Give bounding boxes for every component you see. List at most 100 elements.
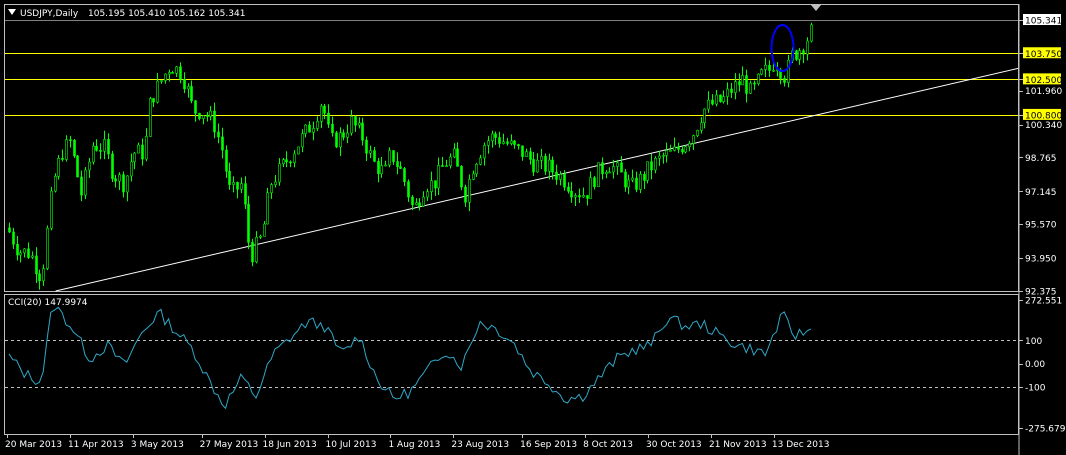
candle [221,127,224,159]
candle [521,145,524,161]
candle [152,98,155,108]
time-tick-label: 16 Sep 2013 [520,440,577,450]
candle [31,251,34,260]
candle [745,69,748,103]
candle [677,142,680,153]
candle [145,128,148,162]
time-tick-label: 18 Jun 2013 [263,440,317,450]
candle [669,144,672,152]
candle [624,169,627,192]
candle [206,111,209,122]
time-tick-label: 11 Apr 2013 [68,440,124,450]
candle [61,149,64,162]
candles [8,22,813,290]
time-axis: 20 Mar 2013 11 Apr 2013 3 May 2013 27 May 2… [5,434,829,450]
candle [434,180,437,196]
candle [608,167,611,174]
candle [620,156,623,173]
candle [711,94,714,106]
candle [213,102,216,139]
trendline[interactable] [55,67,1019,292]
shift-marker-icon[interactable] [811,5,821,11]
time-tick-label: 3 May 2013 [131,440,184,450]
candle [12,227,15,250]
price-pane-border [4,4,1019,292]
candle [350,109,353,136]
candle [798,48,801,65]
candle [171,70,174,74]
candle [285,151,288,168]
candle [149,96,152,137]
candle [578,188,581,203]
candle [513,139,516,149]
candle [141,138,144,166]
candle [209,106,212,121]
triangle-down-icon[interactable] [8,9,16,15]
candle [137,142,140,154]
candle [293,150,296,168]
candle [422,191,425,208]
candle [183,72,186,94]
candle [415,198,418,206]
cci-tick-label: 100 [1025,337,1042,347]
candle [593,175,596,190]
candle [76,154,79,178]
candle [335,130,338,149]
candle [586,195,589,206]
candle [327,104,330,128]
candle [88,157,91,178]
highlight-ellipse[interactable] [770,24,795,73]
candle [483,142,486,166]
candle [42,264,45,286]
candle [510,134,513,146]
price-tick-label: 98.765 [1025,154,1057,164]
candle [548,153,551,180]
candle [46,225,49,271]
candle [107,133,110,160]
candle [251,238,254,267]
candle [388,147,391,168]
candle [38,269,41,290]
candle [673,137,676,152]
candle [194,100,197,122]
time-tick-label: 8 Oct 2013 [583,440,633,450]
candle [616,159,619,175]
candle [734,73,737,100]
candle [472,170,475,181]
cci-tick-label: -100 [1025,383,1046,393]
candle [384,160,387,167]
candle [282,157,285,168]
candle [570,182,573,203]
candle [190,80,193,104]
candle [662,152,665,164]
candle [601,157,604,180]
candle [692,134,695,150]
candle [175,66,178,78]
candle [247,195,250,250]
time-tick-label: 21 Nov 2013 [709,440,767,450]
candle [764,57,767,77]
annotation-layer [770,24,795,73]
chart-window[interactable]: USDJPY,Daily 105.195 105.410 105.162 105… [0,0,1066,455]
trendline-layer [55,67,1019,292]
candle [555,164,558,185]
candle [407,179,410,202]
price-tick-label: 97.145 [1025,188,1057,198]
candle [559,171,562,186]
indicator-pane-border [4,294,1019,435]
candle [567,182,570,194]
candle [365,136,368,161]
candle [445,159,448,168]
candle [806,37,809,61]
cci-label: CCI(20) 147.9974 [8,298,88,308]
candle [361,117,364,146]
candle [403,167,406,187]
candle [308,121,311,133]
candle [475,162,478,177]
time-tick-label: 1 Aug 2013 [388,440,440,450]
candle [323,103,326,120]
candle [597,162,600,188]
candle [757,73,760,86]
candle [498,131,501,148]
candle [639,171,642,194]
